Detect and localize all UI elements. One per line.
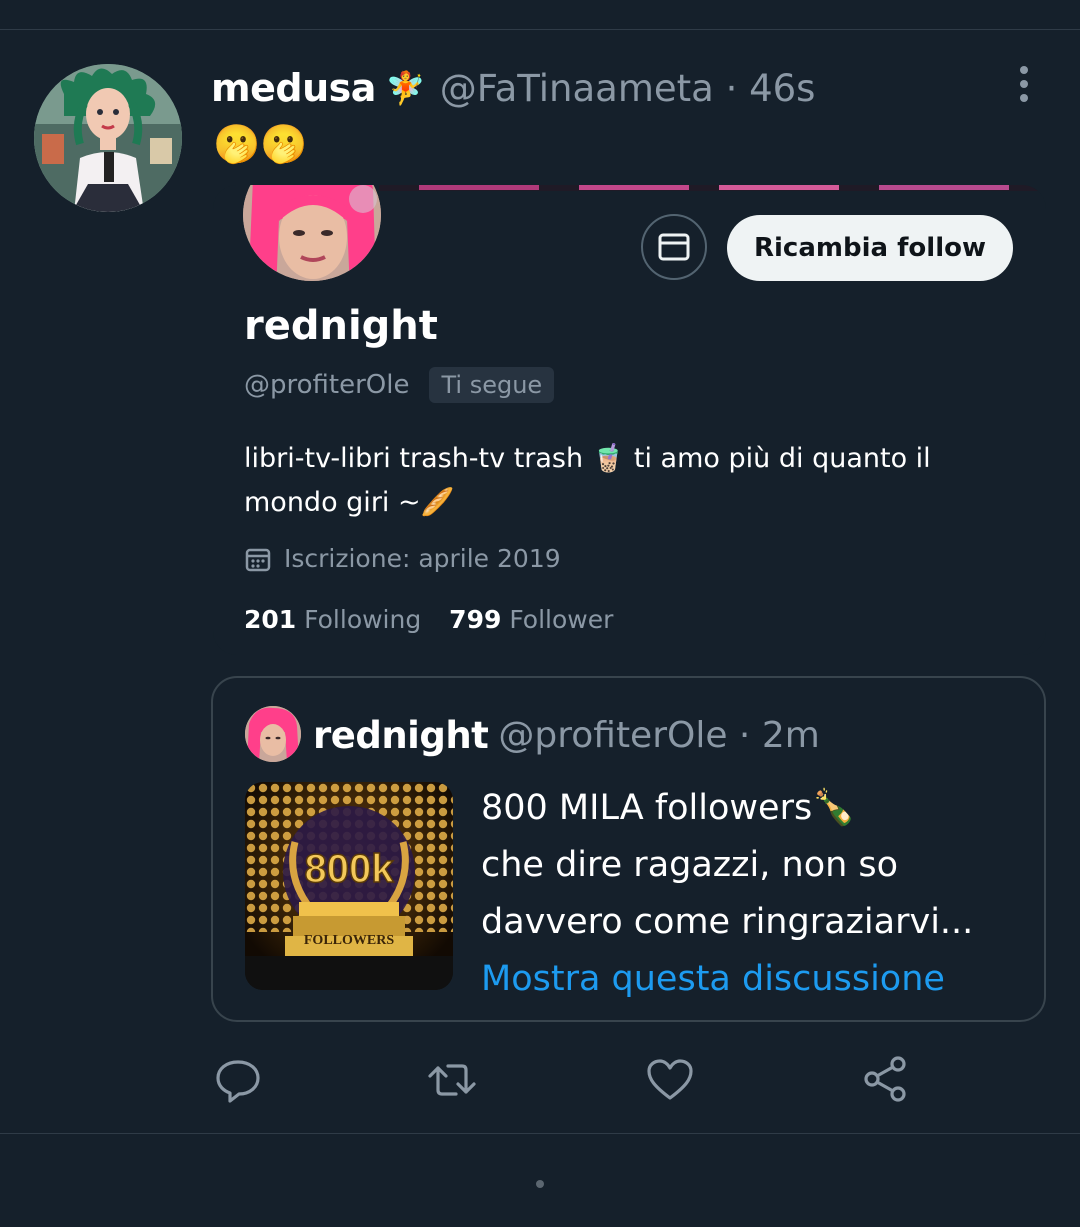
medusa-avatar-illustration [34, 64, 182, 212]
tweet-text: 🫢🫢 [213, 122, 308, 166]
quoted-tweet-text: 800 MILA followers🍾 che dire ragazzi, no… [481, 780, 1021, 1008]
quoted-media-image[interactable]: 800k FOLLOWERS [245, 782, 453, 990]
profile-handle: @profiterOle [244, 370, 410, 400]
profile-avatar[interactable] [243, 185, 381, 281]
top-divider [0, 29, 1080, 30]
tweet-header: medusa 🧚 @FaTinaameta · 46s [211, 62, 815, 114]
author-handle-time[interactable]: @FaTinaameta · 46s [440, 67, 816, 110]
show-thread-link[interactable]: Mostra questa discussione [481, 951, 1021, 1008]
profile-bio: libri-tv-libri trash-tv trash 🧋 ti amo p… [244, 443, 931, 518]
profile-joined: Iscrizione: aprile 2019 [244, 544, 561, 573]
followers-label: Follower [509, 605, 614, 634]
quoted-author-handle-time[interactable]: @profiterOle · 2m [498, 715, 819, 756]
followers-stat[interactable]: 799 Follower [449, 605, 613, 634]
message-button[interactable] [641, 214, 707, 280]
envelope-icon [658, 233, 690, 261]
banner-segment [419, 185, 539, 190]
banner-segment [879, 185, 1009, 190]
loading-dot [536, 1180, 544, 1188]
quoted-author-avatar[interactable] [245, 706, 301, 762]
banner-segment [719, 185, 839, 190]
profile-name: rednight [244, 303, 438, 349]
reply-icon[interactable] [212, 1054, 264, 1106]
pink-hair-avatar-illustration [243, 185, 381, 281]
more-dot [1020, 66, 1028, 74]
media-big-label: 800k [305, 847, 395, 891]
author-avatar[interactable] [34, 64, 182, 212]
banner-segment [579, 185, 689, 190]
retweet-icon[interactable] [426, 1054, 478, 1106]
follow-back-button[interactable]: Ricambia follow [727, 215, 1013, 281]
calendar-icon [245, 548, 271, 571]
more-dot [1020, 80, 1028, 88]
followers-count: 799 [449, 605, 502, 634]
800k-followers-graphic: 800k FOLLOWERS [245, 782, 453, 990]
quoted-line-3: davvero come ringraziarvi... [481, 902, 974, 942]
more-dot [1020, 94, 1028, 102]
heart-icon[interactable] [644, 1054, 696, 1106]
pink-hair-avatar-small [245, 706, 301, 762]
quoted-author-name[interactable]: rednight [313, 714, 489, 757]
quoted-tweet[interactable]: rednight @profiterOle · 2m 800k FOLLOWER… [211, 676, 1046, 1022]
fairy-emoji: 🧚 [385, 69, 426, 107]
following-stat[interactable]: 201 Following [244, 605, 421, 634]
quoted-tweet-header: rednight @profiterOle · 2m [313, 708, 820, 762]
profile-handle-row: @profiterOle Ti segue [244, 367, 555, 403]
author-name[interactable]: medusa [211, 66, 376, 110]
more-icon[interactable] [1010, 64, 1040, 104]
quoted-line-2: che dire ragazzi, non so [481, 845, 899, 885]
bottom-divider [0, 1133, 1080, 1134]
follows-you-badge: Ti segue [429, 367, 555, 403]
profile-banner [379, 185, 1039, 191]
following-count: 201 [244, 605, 297, 634]
tweet-detail-page: medusa 🧚 @FaTinaameta · 46s 🫢🫢 Ricambia … [0, 0, 1080, 1227]
share-icon[interactable] [860, 1054, 912, 1106]
joined-text: Iscrizione: aprile 2019 [284, 544, 561, 573]
following-label: Following [304, 605, 422, 634]
profile-stats: 201 Following 799 Follower [244, 605, 613, 634]
media-small-label: FOLLOWERS [304, 933, 394, 948]
quoted-line-1: 800 MILA followers🍾 [481, 788, 856, 828]
profile-card-image[interactable]: Ricambia follow rednight @profiterOle Ti… [213, 185, 1046, 655]
